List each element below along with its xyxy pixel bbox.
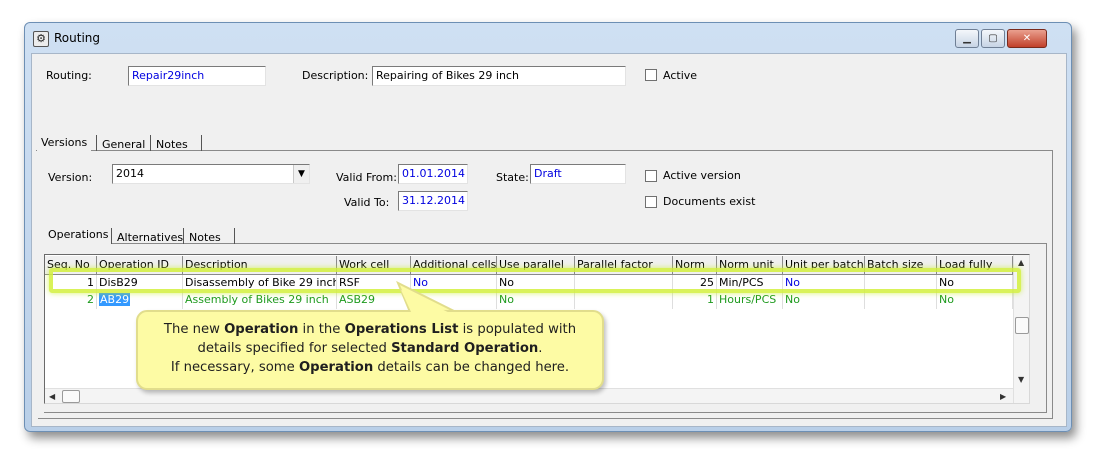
tab-separator [150, 135, 151, 151]
seq-no-cell[interactable]: 2 [45, 292, 97, 309]
tab-separator [183, 228, 184, 244]
maximize-icon: ▢ [988, 33, 998, 44]
unit-per-batch-cell[interactable]: No [783, 292, 865, 309]
use-parallel-cell[interactable]: No [497, 292, 575, 309]
subpanel-border-bottom [44, 412, 1047, 413]
minimize-button[interactable]: ▁ [955, 29, 979, 48]
window-title: Routing [54, 31, 101, 45]
tab-notes[interactable]: Notes [152, 135, 192, 155]
maximize-button[interactable]: ▢ [981, 29, 1005, 48]
new-row-highlight [49, 268, 1021, 293]
horizontal-scrollbar[interactable]: ◀ ▶ [45, 388, 1013, 403]
load-fully-cell[interactable]: No [937, 292, 1013, 309]
horizontal-scroll-thumb[interactable] [62, 390, 80, 403]
panel-border-right [1052, 150, 1053, 418]
valid-from-label: Valid From: [336, 171, 397, 184]
close-icon: ✕ [1022, 33, 1032, 44]
tab-separator [111, 228, 112, 244]
app-gear-icon: ⚙ [33, 31, 49, 47]
scroll-up-icon[interactable]: ▲ [1018, 258, 1024, 267]
valid-from-field[interactable]: 01.01.2014 [398, 164, 468, 184]
norm-unit-cell[interactable]: Hours/PCS [717, 292, 783, 309]
vertical-scroll-thumb[interactable] [1015, 317, 1029, 334]
valid-to-field[interactable]: 31.12.2014 [398, 191, 468, 211]
subpanel-border-right [1046, 243, 1047, 413]
annotation-callout: The new Operation in the Operations List… [136, 310, 604, 390]
routing-field[interactable]: Repair29inch [128, 66, 266, 86]
tab-separator [234, 228, 235, 244]
tab-alternatives[interactable]: Alternatives [113, 228, 187, 248]
tab-operations[interactable]: Operations [44, 225, 113, 245]
scroll-down-icon[interactable]: ▼ [1018, 375, 1024, 384]
documents-exist-label: Documents exist [663, 195, 756, 208]
state-label: State: [496, 171, 529, 184]
scroll-right-icon[interactable]: ▶ [1000, 392, 1006, 401]
chevron-down-icon[interactable]: ▼ [293, 165, 309, 183]
version-value: 2014 [116, 167, 144, 180]
description-cell[interactable]: Assembly of Bikes 29 inch [183, 292, 337, 309]
active-checkbox[interactable] [645, 69, 657, 81]
minimize-icon: ▁ [963, 33, 971, 44]
close-button[interactable]: ✕ [1007, 29, 1047, 48]
work-cell-cell[interactable]: ASB29 [337, 292, 411, 309]
description-field[interactable]: Repairing of Bikes 29 inch [372, 66, 626, 86]
tab-sub-notes[interactable]: Notes [185, 228, 225, 248]
callout-line-3: If necessary, some Operation details can… [170, 360, 570, 375]
tab-versions[interactable]: Versions [37, 133, 92, 153]
scroll-left-icon[interactable]: ◀ [49, 392, 55, 401]
additional-cells-cell[interactable]: No [411, 292, 497, 309]
routing-label: Routing: [46, 69, 92, 82]
tab-general[interactable]: General [98, 135, 149, 155]
version-dropdown[interactable]: 2014 ▼ [112, 164, 310, 184]
version-label: Version: [48, 171, 93, 184]
description-label: Description: [302, 69, 369, 82]
operation-id-cell[interactable]: AB29 [97, 292, 183, 309]
selected-text[interactable]: AB29 [99, 293, 131, 306]
tab-separator [201, 135, 202, 151]
tab-separator [96, 135, 97, 151]
batch-size-cell[interactable] [865, 292, 937, 309]
norm-cell[interactable]: 1 [673, 292, 717, 309]
documents-exist-checkbox[interactable] [645, 196, 657, 208]
active-version-checkbox[interactable] [645, 170, 657, 182]
callout-line-1: The new Operation in the Operations List… [163, 322, 577, 337]
title-bar[interactable]: ⚙ Routing ▁ ▢ ✕ [25, 23, 1071, 53]
state-field[interactable]: Draft [530, 164, 626, 184]
callout-line-2: details specified for selected Standard … [197, 341, 543, 356]
active-label: Active [663, 69, 698, 82]
parallel-factor-cell[interactable] [575, 292, 673, 309]
panel-border-bottom [38, 418, 1053, 419]
valid-to-label: Valid To: [344, 196, 390, 209]
active-version-label: Active version [663, 169, 741, 182]
